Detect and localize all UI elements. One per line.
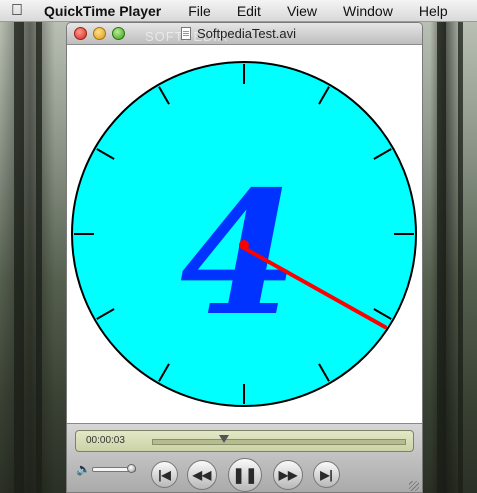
apple-menu-icon[interactable]: 	[0, 2, 34, 20]
video-frame[interactable]: 4	[67, 45, 422, 423]
volume-slider[interactable]	[92, 464, 136, 473]
pause-icon: ❚❚	[232, 467, 258, 484]
title-bar[interactable]: SOFTPEDIA SoftpediaTest.avi	[67, 23, 422, 45]
menu-window[interactable]: Window	[330, 3, 406, 19]
minimize-button[interactable]	[93, 27, 106, 40]
tree-trunk	[437, 22, 446, 493]
menu-view[interactable]: View	[274, 3, 330, 19]
clock-hub	[239, 240, 249, 250]
playhead-icon[interactable]	[219, 435, 230, 443]
volume-knob[interactable]	[126, 464, 136, 473]
quicktime-window: SOFTPEDIA SoftpediaTest.avi 4 00:00:03 🔈…	[66, 22, 423, 493]
clock-video-graphic: 4	[71, 61, 417, 407]
tree-trunk	[14, 22, 24, 493]
rewind-button[interactable]: ◀◀	[187, 460, 217, 490]
close-button[interactable]	[74, 27, 87, 40]
fast-forward-button[interactable]: ▶▶	[273, 460, 303, 490]
pause-button[interactable]: ❚❚	[228, 458, 262, 492]
fast-forward-icon: ▶▶	[278, 468, 298, 482]
menu-bar:  QuickTime Player File Edit View Window…	[0, 0, 477, 22]
menu-help[interactable]: Help	[406, 3, 461, 19]
tree-trunk	[36, 22, 42, 493]
menu-file[interactable]: File	[175, 3, 224, 19]
playback-controller: 00:00:03 🔈 |◀ ◀◀ ❚❚ ▶▶ ▶|	[67, 423, 422, 492]
document-icon[interactable]	[181, 27, 191, 40]
skip-to-end-button[interactable]: ▶|	[313, 461, 340, 488]
skip-to-end-icon: ▶|	[320, 467, 333, 482]
zoom-button[interactable]	[112, 27, 125, 40]
skip-to-start-button[interactable]: |◀	[151, 461, 178, 488]
clock-digit: 4	[180, 154, 298, 354]
timecode: 00:00:03	[86, 435, 125, 446]
menu-app-name[interactable]: QuickTime Player	[34, 3, 175, 19]
window-title: SoftpediaTest.avi	[197, 26, 297, 41]
skip-to-start-icon: |◀	[158, 467, 171, 482]
menu-edit[interactable]: Edit	[224, 3, 274, 19]
timeline-display: 00:00:03	[75, 430, 414, 452]
tree-trunk	[458, 22, 463, 493]
resize-grip-icon[interactable]	[409, 481, 419, 491]
rewind-icon: ◀◀	[192, 468, 212, 482]
scrubber-track[interactable]	[152, 435, 406, 445]
speaker-icon[interactable]: 🔈	[76, 462, 91, 476]
